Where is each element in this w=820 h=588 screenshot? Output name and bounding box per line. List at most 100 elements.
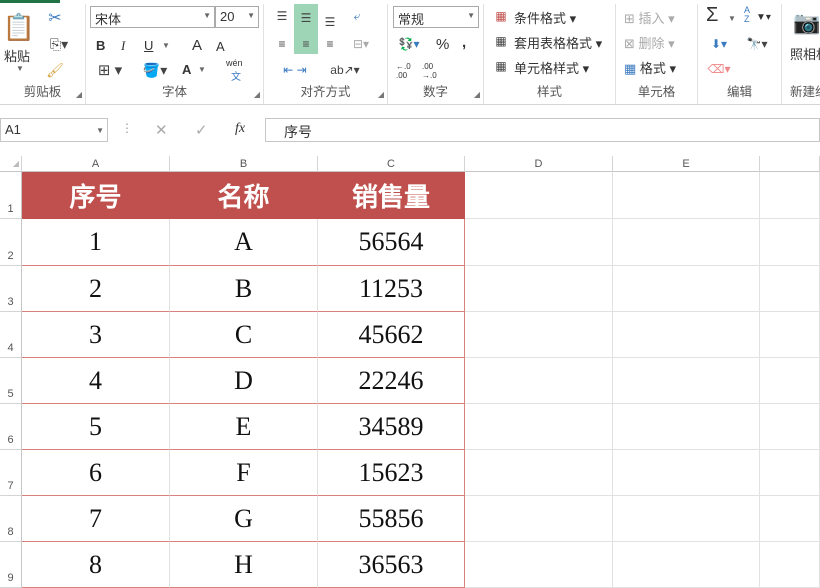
enter-button[interactable]: ✓ — [195, 121, 208, 139]
table-cell[interactable]: H — [170, 542, 318, 588]
find-select-icon[interactable]: 🔭▾ — [742, 34, 772, 54]
table-cell[interactable]: 22246 — [318, 358, 465, 404]
format-button[interactable]: ▦ 格式 ▾ — [624, 58, 676, 77]
cell[interactable] — [465, 312, 613, 358]
conditional-format-button[interactable]: 条件格式 ▾ — [514, 8, 576, 27]
column-header-B[interactable]: B — [170, 156, 318, 172]
align-right-icon[interactable]: ≡ — [320, 34, 340, 54]
indent-icons[interactable]: ⇤ ⇥ — [270, 60, 320, 80]
underline-button[interactable]: U — [144, 38, 153, 53]
cell[interactable] — [613, 219, 760, 266]
column-header-f[interactable] — [760, 156, 820, 172]
cell[interactable] — [760, 496, 820, 542]
row-header-6[interactable]: 6 — [0, 404, 22, 450]
table-cell[interactable]: F — [170, 450, 318, 496]
bold-button[interactable]: B — [96, 38, 105, 53]
row-header-5[interactable]: 5 — [0, 358, 22, 404]
copy-icon[interactable]: ⎘▾ — [44, 34, 74, 54]
column-header-E[interactable]: E — [613, 156, 760, 172]
italic-button[interactable]: I — [121, 38, 125, 54]
select-all-button[interactable]: ◢ — [0, 156, 22, 172]
dialog-launcher-icon[interactable]: ◢ — [378, 90, 384, 99]
table-cell[interactable]: 3 — [22, 312, 170, 358]
fill-icon[interactable]: ⬇▾ — [704, 34, 734, 54]
row-header-7[interactable]: 7 — [0, 450, 22, 496]
table-cell[interactable]: 6 — [22, 450, 170, 496]
cell[interactable] — [613, 496, 760, 542]
cell[interactable] — [465, 404, 613, 450]
cell[interactable] — [465, 496, 613, 542]
middle-align-icon[interactable]: ☰ — [296, 8, 316, 28]
decrease-decimal-button[interactable]: .00 →.0 — [422, 62, 442, 80]
align-center-icon[interactable]: ≡ — [296, 34, 316, 54]
column-header-C[interactable]: C — [318, 156, 465, 172]
top-align-icon[interactable]: ☰ — [272, 6, 292, 26]
cell[interactable] — [760, 542, 820, 588]
paste-button[interactable]: 粘贴 — [4, 46, 30, 65]
comma-button[interactable]: , — [462, 34, 466, 51]
dialog-launcher-icon[interactable]: ◢ — [254, 90, 260, 99]
table-cell[interactable]: 2 — [22, 266, 170, 312]
row-header-8[interactable]: 8 — [0, 496, 22, 542]
cell[interactable] — [465, 219, 613, 266]
borders-icon[interactable]: ⊞ ▾ — [92, 60, 128, 80]
cell[interactable] — [760, 404, 820, 450]
font-size-select[interactable]: 20 ▼ — [215, 6, 259, 28]
table-cell[interactable]: A — [170, 219, 318, 266]
table-header-cell[interactable]: 销售量 — [318, 172, 465, 219]
table-cell[interactable]: 7 — [22, 496, 170, 542]
row-header-3[interactable]: 3 — [0, 266, 22, 312]
insert-button[interactable]: ⊞ 插入 ▾ — [624, 8, 675, 27]
column-header-A[interactable]: A — [22, 156, 170, 172]
table-cell[interactable]: 15623 — [318, 450, 465, 496]
cell[interactable] — [465, 172, 613, 219]
camera-icon[interactable]: 📷 — [792, 10, 820, 36]
align-left-icon[interactable]: ≡ — [272, 34, 292, 54]
orientation-icon[interactable]: ab↗▾ — [328, 60, 362, 80]
fill-color-icon[interactable]: 🪣▾ — [140, 60, 170, 80]
cell[interactable] — [613, 542, 760, 588]
camera-button[interactable]: 照相机 — [790, 44, 820, 63]
column-header-D[interactable]: D — [465, 156, 613, 172]
cell[interactable] — [760, 266, 820, 312]
table-cell[interactable]: C — [170, 312, 318, 358]
shrink-font-button[interactable]: A — [216, 39, 225, 54]
cell[interactable] — [613, 266, 760, 312]
cell[interactable] — [760, 450, 820, 496]
table-cell[interactable]: 1 — [22, 219, 170, 266]
row-header-9[interactable]: 9 — [0, 542, 22, 588]
cell[interactable] — [465, 542, 613, 588]
cut-icon[interactable]: ✂ — [44, 8, 66, 28]
table-cell[interactable]: 34589 — [318, 404, 465, 450]
row-header-4[interactable]: 4 — [0, 312, 22, 358]
font-name-select[interactable]: 宋体 ▼ — [90, 6, 215, 28]
table-cell[interactable]: E — [170, 404, 318, 450]
cell[interactable] — [613, 404, 760, 450]
autosum-button[interactable]: Σ — [706, 4, 718, 27]
table-cell[interactable]: 8 — [22, 542, 170, 588]
insert-function-button[interactable]: fx — [235, 121, 245, 137]
percent-button[interactable]: % — [436, 36, 449, 53]
phonetic-button[interactable]: wén — [226, 58, 243, 68]
paste-dropdown[interactable]: ▼ — [16, 64, 24, 73]
cell[interactable] — [613, 358, 760, 404]
dialog-launcher-icon[interactable]: ◢ — [76, 90, 82, 99]
cell[interactable] — [613, 172, 760, 219]
table-header-cell[interactable]: 序号 — [22, 172, 170, 219]
format-as-table-button[interactable]: 套用表格格式 ▾ — [514, 33, 602, 52]
cell[interactable] — [465, 266, 613, 312]
cell[interactable] — [465, 450, 613, 496]
underline-dropdown[interactable]: ▼ — [162, 41, 170, 50]
table-cell[interactable]: G — [170, 496, 318, 542]
table-cell[interactable]: 45662 — [318, 312, 465, 358]
table-cell[interactable]: 56564 — [318, 219, 465, 266]
delete-button[interactable]: ⊠ 删除 ▾ — [624, 33, 675, 52]
table-cell[interactable]: 55856 — [318, 496, 465, 542]
row-header-1[interactable]: 1 — [0, 172, 22, 219]
cell-styles-button[interactable]: 单元格样式 ▾ — [514, 58, 589, 77]
row-header-2[interactable]: 2 — [0, 219, 22, 266]
table-header-cell[interactable]: 名称 — [170, 172, 318, 219]
paste-icon[interactable]: 📋 — [3, 8, 35, 46]
number-format-select[interactable]: 常规 ▼ — [393, 6, 479, 28]
cell[interactable] — [760, 219, 820, 266]
